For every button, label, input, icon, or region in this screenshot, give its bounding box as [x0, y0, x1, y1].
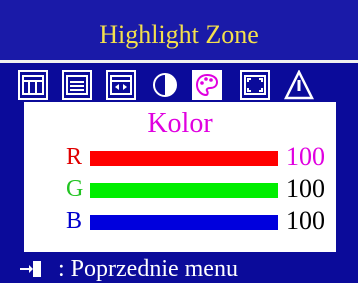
red-label: R: [66, 144, 83, 170]
menu-icon-row: [18, 69, 348, 104]
title-bar: Highlight Zone: [0, 0, 358, 62]
divider: [0, 60, 358, 63]
picture-menu-icon[interactable]: [62, 70, 92, 100]
red-level-bar[interactable]: [90, 151, 278, 166]
footer: : Poprzednie menu: [0, 252, 358, 283]
green-label: G: [66, 176, 84, 202]
panel-heading: Kolor: [147, 108, 213, 139]
blue-level-bar[interactable]: [90, 215, 278, 230]
back-to-previous-menu[interactable]: : Poprzednie menu: [58, 256, 238, 283]
osd-window: Highlight Zone Kolor R 100 G 100 B 100:…: [0, 0, 358, 283]
exit-icon: [18, 258, 44, 280]
red-value: 100: [286, 142, 325, 171]
blue-label: B: [66, 208, 83, 234]
color-menu-icon[interactable]: [192, 70, 222, 100]
contrast-menu-icon[interactable]: [150, 70, 180, 100]
window-title: Highlight Zone: [99, 20, 259, 49]
size-menu-icon[interactable]: [106, 70, 136, 100]
color-panel: Kolor R 100 G 100 B 100: [24, 102, 336, 252]
geometry-menu-icon[interactable]: [240, 70, 270, 100]
green-value: 100: [286, 174, 325, 203]
position-menu-icon[interactable]: [18, 70, 48, 100]
warning-menu-icon[interactable]: [283, 69, 315, 100]
green-level-bar[interactable]: [90, 183, 278, 198]
blue-value: 100: [286, 206, 325, 235]
